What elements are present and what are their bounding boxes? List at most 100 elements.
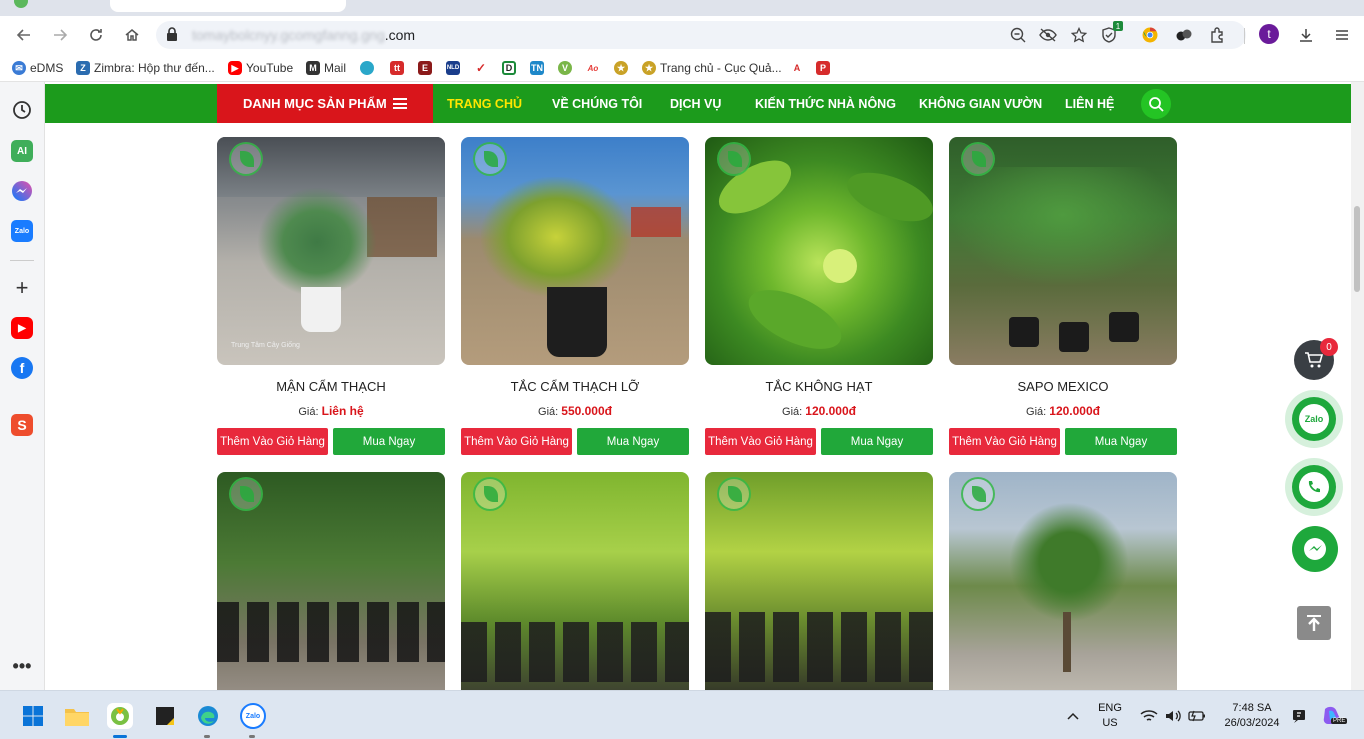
add-to-cart-button[interactable]: Thêm Vào Giỏ Hàng [217,428,328,455]
bookmark-globe[interactable] [360,59,378,77]
price-value: Liên hệ [321,404,364,418]
wifi-icon[interactable] [1136,703,1162,729]
profile-avatar[interactable]: t [1259,24,1279,44]
chrome-extension-icon[interactable] [1139,24,1161,46]
shield-extension-icon[interactable]: 1 [1099,21,1123,46]
bookmark-star-icon[interactable] [1069,25,1089,45]
volume-icon[interactable] [1160,703,1186,729]
phone-call-button[interactable] [1285,458,1343,516]
add-to-cart-button[interactable]: Thêm Vào Giỏ Hàng [705,428,816,455]
zalo-icon: Zalo [1299,404,1329,434]
add-to-cart-button[interactable]: Thêm Vào Giỏ Hàng [461,428,572,455]
nav-about[interactable]: VỀ CHÚNG TÔI [552,84,642,123]
bookmark-zimbra[interactable]: Z Zimbra: Hộp thư đến... [76,59,215,77]
active-tab[interactable] [110,0,346,12]
bookmark-check[interactable]: ✓ [474,59,492,77]
shopee-icon[interactable]: S [11,414,33,436]
messenger-icon [1304,538,1326,560]
bookmark-ao[interactable]: Ao [586,59,604,77]
history-icon[interactable] [11,99,33,121]
dual-circle-extension-icon[interactable] [1173,24,1195,46]
copilot-icon[interactable]: PRE [1320,703,1348,729]
zoom-out-icon[interactable] [1008,25,1028,45]
cart-button[interactable]: 0 [1294,338,1338,380]
menu-icon[interactable] [1331,24,1353,46]
puzzle-extensions-icon[interactable] [1207,24,1229,46]
battery-icon[interactable] [1184,703,1210,729]
page-scrollbar[interactable] [1351,82,1364,690]
zalo-label: Zalo [1304,414,1324,424]
reload-icon[interactable] [85,24,107,46]
buy-now-button[interactable]: Mua Ngay [333,428,445,455]
hamburger-icon [392,98,407,109]
nav-contact[interactable]: LIÊN HỆ [1065,84,1114,123]
bookmark-a[interactable]: A [790,59,808,77]
url-text[interactable]: tomaybolcnyy.gcomgfanng.gng.com [192,27,415,43]
product-image[interactable] [949,472,1177,690]
product-name[interactable]: TẮC KHÔNG HẠT [705,379,933,394]
bookmark-tn[interactable]: TN [530,59,548,77]
buy-now-button[interactable]: Mua Ngay [821,428,933,455]
product-image[interactable]: Trung Tâm Cây Giống [217,137,445,365]
bookmark-tt[interactable]: tt [390,59,408,77]
add-to-cart-button[interactable]: Thêm Vào Giỏ Hàng [949,428,1060,455]
messenger-chat-button[interactable] [1292,526,1338,572]
bookmark-youtube[interactable]: ▶ YouTube [228,59,293,77]
windows-start-icon[interactable] [20,703,46,729]
bookmark-nld[interactable]: NLD [446,59,464,77]
edms-icon: ✉ [12,61,26,75]
sticky-notes-icon[interactable] [152,703,178,729]
bookmark-d[interactable]: D [502,59,520,77]
forward-icon[interactable] [49,24,71,46]
bookmark-cuc-quan-ly[interactable]: ★ Trang chủ - Cục Quả... [642,59,782,77]
ai-assistant-icon[interactable]: AI [11,140,33,162]
nav-home[interactable]: TRANG CHỦ [447,84,522,123]
coc-coc-browser-icon[interactable] [107,703,133,729]
bookmark-v[interactable]: V [558,59,576,77]
messenger-icon[interactable] [11,180,33,202]
nav-garden-space[interactable]: KHÔNG GIAN VƯỜN [919,84,1042,123]
facebook-icon[interactable]: f [11,357,33,379]
product-image[interactable] [461,472,689,690]
nav-farming-knowledge[interactable]: KIẾN THỨC NHÀ NÔNG [755,84,896,123]
bookmark-e[interactable]: E [418,59,436,77]
zalo-chat-button[interactable]: Zalo [1285,390,1343,448]
address-bar[interactable]: tomaybolcnyy.gcomgfanng.gng.com [156,21,1246,49]
product-image[interactable] [705,472,933,690]
scrollbar-thumb[interactable] [1354,206,1360,292]
back-icon[interactable] [13,24,35,46]
zalo-app-icon[interactable]: Zalo [240,703,266,729]
file-explorer-icon[interactable] [64,703,90,729]
category-menu-button[interactable]: DANH MỤC SẢN PHẨM [217,84,433,123]
clock[interactable]: 7:48 SA 26/03/2024 [1214,701,1290,731]
product-name[interactable]: MẬN CẨM THẠCH [217,379,445,394]
more-icon[interactable]: ••• [11,655,33,677]
product-image[interactable] [705,137,933,365]
bookmark-p[interactable]: P [816,59,834,77]
notification-icon[interactable] [1286,703,1312,729]
product-name[interactable]: TẮC CẨM THẠCH LỠ [461,379,689,394]
bookmark-edms[interactable]: ✉ eDMS [12,59,63,77]
tracking-eye-icon[interactable] [1038,25,1058,45]
language-indicator[interactable]: ENG US [1094,701,1126,731]
chevron-up-icon[interactable] [1060,703,1086,729]
nav-services[interactable]: DỊCH VỤ [670,84,721,123]
edge-browser-icon[interactable] [195,703,221,729]
home-icon[interactable] [121,24,143,46]
product-image[interactable] [217,472,445,690]
youtube-icon[interactable]: ▶ [11,317,33,339]
bookmark-mail[interactable]: M Mail [306,59,346,77]
search-button[interactable] [1141,89,1171,119]
download-icon[interactable] [1295,24,1317,46]
product-image[interactable] [461,137,689,365]
product-name[interactable]: SAPO MEXICO [949,379,1177,394]
zalo-icon[interactable]: Zalo [11,220,33,242]
bookmark-emblem[interactable]: ★ [614,59,632,77]
buy-now-button[interactable]: Mua Ngay [1065,428,1177,455]
nav-label: LIÊN HỆ [1065,96,1115,111]
add-icon[interactable]: + [11,275,33,300]
price-label: Giá: [298,406,319,418]
scroll-to-top-button[interactable] [1297,606,1331,640]
product-image[interactable] [949,137,1177,365]
buy-now-button[interactable]: Mua Ngay [577,428,689,455]
